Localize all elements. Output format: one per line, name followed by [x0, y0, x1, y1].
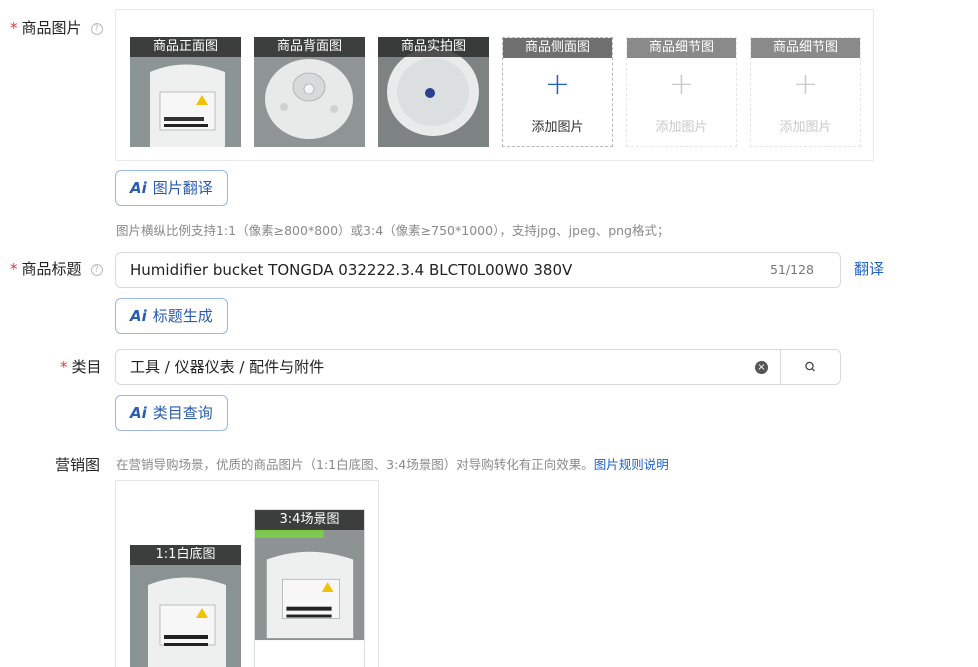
tile-caption: 1:1白底图 [130, 545, 241, 565]
add-image-text: 添加图片 [655, 120, 708, 135]
required-mark: * [10, 260, 18, 278]
ai-icon: Ai [130, 179, 147, 197]
add-image-side[interactable]: 商品侧面图 + 添加图片 [502, 37, 613, 147]
category-search-button[interactable] [780, 350, 840, 384]
required-mark: * [60, 358, 68, 376]
add-image-text: 添加图片 [531, 120, 584, 135]
category-select[interactable]: 工具 / 仪器仪表 / 配件与附件 × [115, 349, 841, 385]
help-icon[interactable]: ? [90, 23, 103, 35]
add-image-detail-1[interactable]: 商品细节图 + 添加图片 [626, 37, 737, 147]
add-image-text: 添加图片 [779, 120, 832, 135]
translate-link[interactable]: 翻译 [854, 258, 884, 279]
marketing-image-label: 营销图 [55, 456, 101, 474]
ai-icon: Ai [130, 404, 147, 422]
plus-icon: + [544, 67, 571, 102]
add-image-detail-2[interactable]: 商品细节图 + 添加图片 [750, 37, 861, 147]
image-rules-link[interactable]: 图片规则说明 [594, 457, 669, 472]
image-tile-back[interactable]: 商品背面图 [254, 37, 365, 147]
tile-caption: 3:4场景图 [255, 510, 364, 530]
title-generate-button[interactable]: Ai 标题生成 [115, 298, 228, 334]
category-query-button[interactable]: Ai 类目查询 [115, 395, 228, 431]
product-title-label: * 商品标题? [10, 258, 103, 279]
category-label: * 类目 [60, 358, 102, 376]
marketing-image-panel: 1:1白底图 3:4场景图 [115, 480, 379, 667]
product-images-label: * 商品图片? [10, 17, 103, 38]
plus-icon: + [668, 67, 695, 102]
product-image-panel: 商品正面图 商品背面图 商品实拍图 商品侧面图 + 添加图片 商品细节图 + 添… [115, 9, 874, 161]
help-icon[interactable]: ? [90, 264, 103, 276]
tile-caption: 商品背面图 [254, 37, 365, 57]
image-tile-real[interactable]: 商品实拍图 [378, 37, 489, 147]
image-ratio-hint: 图片横纵比例支持1:1（像素≥800*800）或3:4（像素≥750*1000）… [116, 223, 670, 238]
product-photo [255, 510, 364, 667]
tile-caption: 商品正面图 [130, 37, 241, 57]
required-mark: * [10, 19, 18, 37]
title-char-counter: 51/128 [770, 262, 814, 277]
marketing-tile-scene[interactable]: 3:4场景图 [254, 509, 365, 667]
tile-caption: 商品侧面图 [503, 38, 612, 58]
product-title-input[interactable]: Humidifier bucket TONGDA 032222.3.4 BLCT… [115, 252, 841, 288]
tile-caption: 商品细节图 [751, 38, 860, 58]
category-value: 工具 / 仪器仪表 / 配件与附件 [130, 358, 325, 376]
image-translate-button[interactable]: Ai 图片翻译 [115, 170, 228, 206]
ai-icon: Ai [130, 307, 147, 325]
image-tile-front[interactable]: 商品正面图 [130, 37, 241, 147]
search-icon [805, 361, 815, 372]
clear-icon[interactable]: × [755, 361, 768, 374]
tile-caption: 商品实拍图 [378, 37, 489, 57]
tile-caption: 商品细节图 [627, 38, 736, 58]
marketing-tile-white-bg[interactable]: 1:1白底图 [130, 545, 241, 667]
plus-icon: + [792, 67, 819, 102]
title-value: Humidifier bucket TONGDA 032222.3.4 BLCT… [130, 261, 573, 279]
marketing-hint: 在营销导购场景，优质的商品图片（1:1白底图、3:4场景图）对导购转化有正向效果… [116, 457, 669, 472]
